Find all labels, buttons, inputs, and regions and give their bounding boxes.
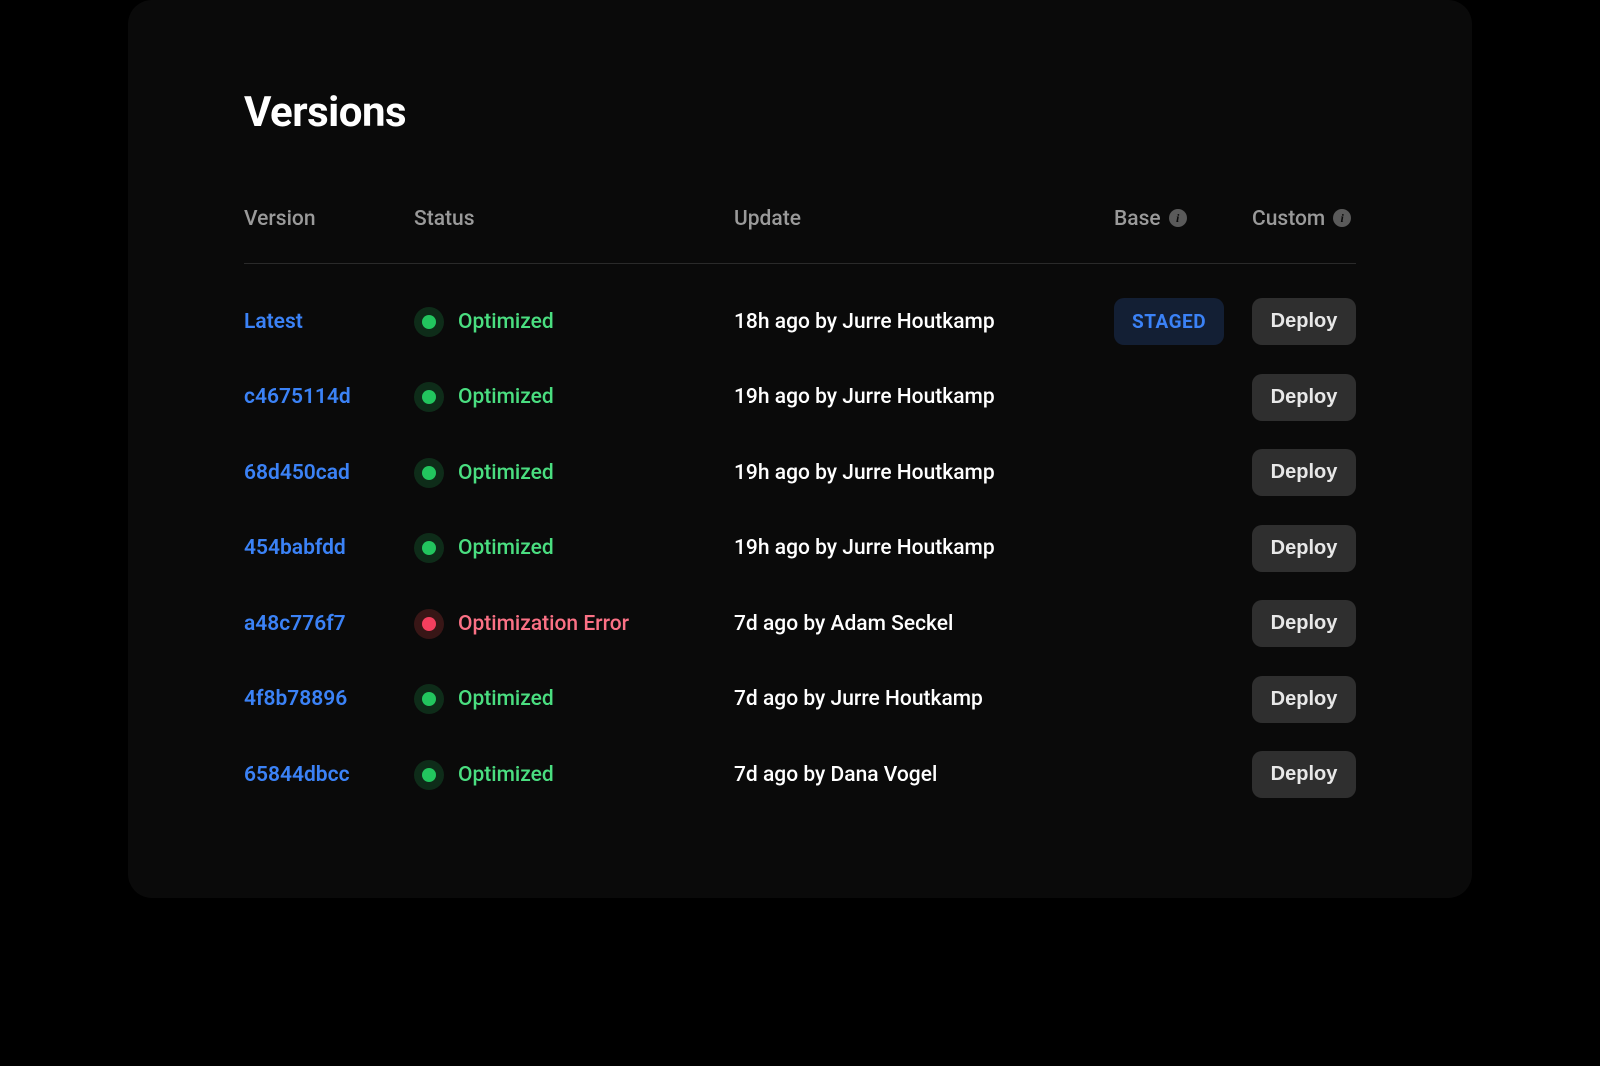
custom-cell: Deploy [1252, 298, 1356, 345]
custom-cell: Deploy [1252, 525, 1356, 572]
status-cell: Optimized [414, 307, 734, 337]
table-row: 454babfdd Optimized 19h ago by Jurre Houtk… [244, 511, 1356, 587]
status-dot-error-icon [422, 617, 436, 631]
column-header-status: Status [414, 207, 734, 231]
status-text: Optimization Error [458, 612, 629, 636]
base-cell: STAGED [1114, 310, 1224, 333]
custom-cell: Deploy [1252, 449, 1356, 496]
table-row: 68d450cad Optimized 19h ago by Jurre Houtk… [244, 435, 1356, 511]
update-text: 7d ago by Dana Vogel [734, 763, 1114, 787]
version-link[interactable]: Latest [244, 310, 414, 334]
deploy-button[interactable]: Deploy [1252, 298, 1356, 345]
column-header-custom: Customi [1252, 207, 1351, 231]
column-header-base-label: Base [1114, 207, 1161, 231]
status-cell: Optimized [414, 684, 734, 714]
table-header: Version Status Update Basei Customi [244, 207, 1356, 264]
deploy-button[interactable]: Deploy [1252, 676, 1356, 723]
status-indicator-icon [414, 307, 444, 337]
status-cell: Optimization Error [414, 609, 734, 639]
deploy-button[interactable]: Deploy [1252, 525, 1356, 572]
version-link[interactable]: 4f8b78896 [244, 687, 414, 711]
custom-cell: Deploy [1252, 676, 1356, 723]
column-header-custom-label: Custom [1252, 207, 1325, 231]
status-dot-ok-icon [422, 390, 436, 404]
status-dot-ok-icon [422, 692, 436, 706]
page-title: Versions [244, 88, 1356, 137]
version-link[interactable]: a48c776f7 [244, 612, 414, 636]
status-indicator-icon [414, 609, 444, 639]
custom-cell: Deploy [1252, 374, 1356, 421]
info-icon[interactable]: i [1333, 209, 1351, 227]
status-indicator-icon [414, 684, 444, 714]
deploy-button[interactable]: Deploy [1252, 374, 1356, 421]
status-cell: Optimized [414, 760, 734, 790]
table-row: c4675114d Optimized 19h ago by Jurre Houtk… [244, 360, 1356, 436]
status-text: Optimized [458, 310, 554, 334]
table-body: Latest Optimized 18h ago by Jurre Houtkamp… [244, 264, 1356, 813]
update-text: 7d ago by Jurre Houtkamp [734, 687, 1114, 711]
status-text: Optimized [458, 536, 554, 560]
table-row: a48c776f7 Optimization Error 7d ago by Ada… [244, 586, 1356, 662]
table-row: 4f8b78896 Optimized 7d ago by Jurre Houtka… [244, 662, 1356, 738]
status-cell: Optimized [414, 458, 734, 488]
status-dot-ok-icon [422, 768, 436, 782]
status-cell: Optimized [414, 382, 734, 412]
update-text: 19h ago by Jurre Houtkamp [734, 536, 1114, 560]
page: Versions Version Status Update Basei Cus… [0, 0, 1600, 1066]
table-row: 65844dbcc Optimized 7d ago by Dana Vogel De… [244, 737, 1356, 813]
column-header-version: Version [244, 207, 414, 231]
status-text: Optimized [458, 687, 554, 711]
table-row: Latest Optimized 18h ago by Jurre Houtkamp… [244, 284, 1356, 360]
status-cell: Optimized [414, 533, 734, 563]
custom-cell: Deploy [1252, 751, 1356, 798]
version-link[interactable]: 454babfdd [244, 536, 414, 560]
column-header-base: Basei [1114, 207, 1187, 231]
status-indicator-icon [414, 382, 444, 412]
version-link[interactable]: 68d450cad [244, 461, 414, 485]
status-dot-ok-icon [422, 541, 436, 555]
info-icon[interactable]: i [1169, 209, 1187, 227]
status-text: Optimized [458, 385, 554, 409]
status-indicator-icon [414, 760, 444, 790]
status-text: Optimized [458, 763, 554, 787]
status-indicator-icon [414, 533, 444, 563]
update-text: 7d ago by Adam Seckel [734, 612, 1114, 636]
status-dot-ok-icon [422, 315, 436, 329]
version-link[interactable]: c4675114d [244, 385, 414, 409]
update-text: 19h ago by Jurre Houtkamp [734, 385, 1114, 409]
versions-panel: Versions Version Status Update Basei Cus… [128, 0, 1472, 898]
deploy-button[interactable]: Deploy [1252, 449, 1356, 496]
deploy-button[interactable]: Deploy [1252, 751, 1356, 798]
status-indicator-icon [414, 458, 444, 488]
version-link[interactable]: 65844dbcc [244, 763, 414, 787]
column-header-update: Update [734, 207, 1114, 231]
deploy-button[interactable]: Deploy [1252, 600, 1356, 647]
status-text: Optimized [458, 461, 554, 485]
update-text: 19h ago by Jurre Houtkamp [734, 461, 1114, 485]
update-text: 18h ago by Jurre Houtkamp [734, 310, 1114, 334]
status-dot-ok-icon [422, 466, 436, 480]
custom-cell: Deploy [1252, 600, 1356, 647]
staged-badge: STAGED [1114, 298, 1224, 345]
